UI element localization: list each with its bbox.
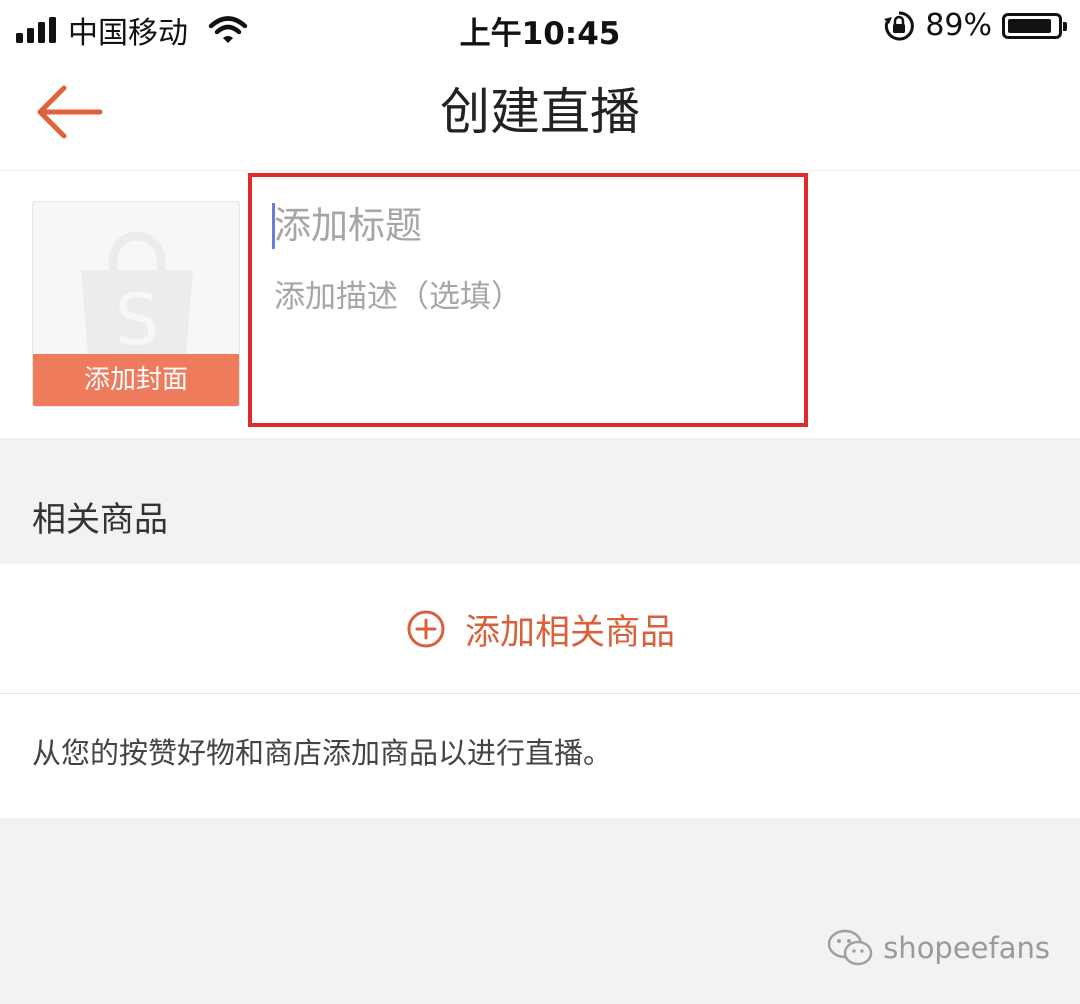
add-cover-label: 添加封面 <box>33 354 239 406</box>
add-related-products-button[interactable]: 添加相关商品 <box>0 564 1080 694</box>
live-info-section: S 添加封面 添加标题 添加描述（选填） <box>0 170 1080 438</box>
battery-icon <box>1002 12 1067 39</box>
rotation-lock-icon <box>884 10 915 40</box>
description-input[interactable]: 添加描述（选填） <box>274 275 522 319</box>
status-bar: 中国移动 上午10:45 89% <box>0 0 1080 56</box>
watermark-text: shopeefans <box>883 931 1050 965</box>
watermark: shopeefans <box>827 928 1050 968</box>
page-title: 创建直播 <box>440 83 640 141</box>
add-related-products-label: 添加相关商品 <box>464 612 675 653</box>
status-bar-right: 89% <box>883 8 1067 43</box>
helper-text: 从您的按赞好物和商店添加商品以进行直播。 <box>32 736 613 770</box>
plus-circle-icon <box>407 610 445 648</box>
helper-row: 从您的按赞好物和商店添加商品以进行直播。 <box>0 694 1080 818</box>
title-input[interactable]: 添加标题 <box>274 199 422 253</box>
title-description-highlight: 添加标题 添加描述（选填） <box>248 173 808 427</box>
battery-percent: 89% <box>925 8 992 43</box>
related-products-header: 相关商品 <box>0 438 1080 564</box>
wechat-icon <box>827 929 873 966</box>
add-related-products-content: 添加相关商品 <box>0 564 1080 694</box>
add-cover-button[interactable]: S 添加封面 <box>32 201 240 407</box>
nav-bar: 创建直播 <box>0 56 1080 170</box>
related-products-title: 相关商品 <box>32 500 168 540</box>
svg-text:S: S <box>115 279 159 361</box>
shopping-bag-icon: S <box>81 232 193 368</box>
battery-level-fill <box>1008 18 1051 33</box>
